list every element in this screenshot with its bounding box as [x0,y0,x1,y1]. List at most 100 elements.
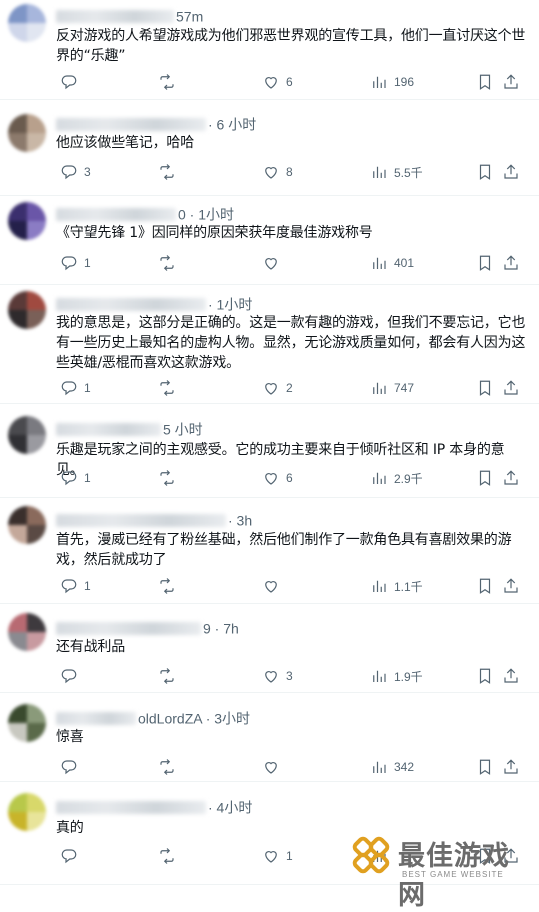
tweet-timestamp[interactable]: 5 小时 [163,421,203,437]
avatar[interactable] [8,291,46,329]
avatar[interactable] [8,704,46,742]
avatar-tile [27,793,46,812]
like-button[interactable]: 6 [262,71,293,93]
tweet-actions: 3 8 5.5千 [52,161,527,183]
bookmark-button[interactable] [476,252,494,274]
like-button[interactable]: 8 [262,161,293,183]
views-button[interactable]: 342 [370,756,414,778]
avatar-tile [8,416,27,435]
like-button[interactable]: 6 [262,467,293,489]
tweet-item[interactable]: oldLordZA · 3小时 惊喜 342 [0,693,539,782]
retweet-button[interactable] [158,161,182,183]
bookmark-button[interactable] [476,665,494,687]
reply-button[interactable] [60,845,84,867]
reply-button[interactable]: 1 [60,252,91,274]
share-icon [504,578,518,593]
bookmark-button[interactable] [476,71,494,93]
retweet-icon [160,380,174,396]
share-button[interactable] [502,71,520,93]
reply-button[interactable]: 3 [60,161,91,183]
tweet-timestamp[interactable]: 9 · 7h [203,620,239,636]
avatar[interactable] [8,202,46,240]
share-button[interactable] [502,756,520,778]
like-button[interactable] [262,575,286,597]
retweet-button[interactable] [158,845,182,867]
retweet-button[interactable] [158,467,182,489]
views-button[interactable]: 2.9千 [370,467,423,489]
redacted-username[interactable] [56,297,206,311]
bookmark-button[interactable] [476,161,494,183]
reply-icon [61,669,77,684]
reply-count: 1 [84,471,91,485]
like-button[interactable]: 2 [262,377,293,399]
redacted-username[interactable] [56,9,174,23]
bookmark-button[interactable] [476,467,494,489]
retweet-button[interactable] [158,252,182,274]
avatar-tile [27,506,46,525]
tweet-actions: 6 196 [52,71,527,93]
redacted-username[interactable] [56,800,206,814]
tweet-timestamp[interactable]: oldLordZA · 3小时 [138,710,250,726]
reply-button[interactable] [60,71,84,93]
retweet-icon [160,470,174,486]
reply-button[interactable]: 1 [60,575,91,597]
redacted-username[interactable] [56,513,226,527]
tweet-item[interactable]: · 3h 首先，漫威已经有了粉丝基础，然后他们制作了一款角色具有喜剧效果的游戏，然… [0,498,539,604]
retweet-button[interactable] [158,71,182,93]
bookmark-button[interactable] [476,756,494,778]
reply-button[interactable] [60,665,84,687]
views-button[interactable]: 5.5千 [370,161,423,183]
share-button[interactable] [502,377,520,399]
tweet-header: · 4小时 [56,797,252,815]
reply-button[interactable] [60,756,84,778]
views-button[interactable]: 747 [370,377,414,399]
retweet-button[interactable] [158,575,182,597]
views-button[interactable]: 196 [370,71,414,93]
like-button[interactable] [262,756,286,778]
heart-icon [265,671,277,683]
redacted-username[interactable] [56,207,176,221]
redacted-username[interactable] [56,621,201,635]
tweet-item[interactable]: 9 · 7h 还有战利品 3 1.9千 [0,604,539,693]
tweet-timestamp[interactable]: · 4小时 [208,799,252,815]
share-button[interactable] [502,467,520,489]
reply-button[interactable]: 1 [60,467,91,489]
tweet-timestamp[interactable]: 0 · 1小时 [178,206,234,222]
avatar[interactable] [8,4,46,42]
tweet-item[interactable]: 5 小时 乐趣是玩家之间的主观感受。它的成功主要来自于倾听社区和 IP 本身的意见… [0,404,539,498]
avatar[interactable] [8,613,46,651]
retweet-button[interactable] [158,756,182,778]
avatar[interactable] [8,114,46,152]
avatar[interactable] [8,416,46,454]
reply-button[interactable]: 1 [60,377,91,399]
redacted-username[interactable] [56,711,136,725]
share-button[interactable] [502,161,520,183]
bookmark-button[interactable] [476,377,494,399]
views-button[interactable]: 1.1千 [370,575,423,597]
retweet-button[interactable] [158,377,182,399]
share-button[interactable] [502,252,520,274]
tweet-timestamp[interactable]: · 6 小时 [208,116,256,132]
redacted-username[interactable] [56,422,161,436]
retweet-button[interactable] [158,665,182,687]
like-button[interactable]: 1 [262,845,293,867]
tweet-item[interactable]: · 6 小时 他应该做些笔记，哈哈 3 8 5.5千 [0,100,539,196]
views-button[interactable]: 401 [370,252,414,274]
tweet-timestamp[interactable]: · 3h [228,512,252,528]
tweet-item[interactable]: 0 · 1小时 《守望先锋 1》因同样的原因荣获年度最佳游戏称号 1 401 [0,196,539,285]
share-button[interactable] [502,665,520,687]
like-button[interactable] [262,252,286,274]
tweet-timestamp[interactable]: 57m [176,8,203,24]
bookmark-button[interactable] [476,575,494,597]
tweet-item[interactable]: 57m 反对游戏的人希望游戏成为他们邪恶世界观的宣传工具，他们一直讨厌这个世界的“… [0,0,539,100]
tweet-timestamp[interactable]: · 1小时 [208,296,252,312]
redacted-username[interactable] [56,117,206,131]
tweet-item[interactable]: · 1小时 我的意思是，这部分是正确的。这是一款有趣的游戏，但我们不要忘记，它也有… [0,285,539,404]
views-count: 1.9千 [394,669,423,684]
like-button[interactable]: 3 [262,665,293,687]
avatar[interactable] [8,793,46,831]
share-button[interactable] [502,575,520,597]
views-button[interactable]: 1.9千 [370,665,423,687]
avatar[interactable] [8,506,46,544]
reply-icon [61,849,77,864]
